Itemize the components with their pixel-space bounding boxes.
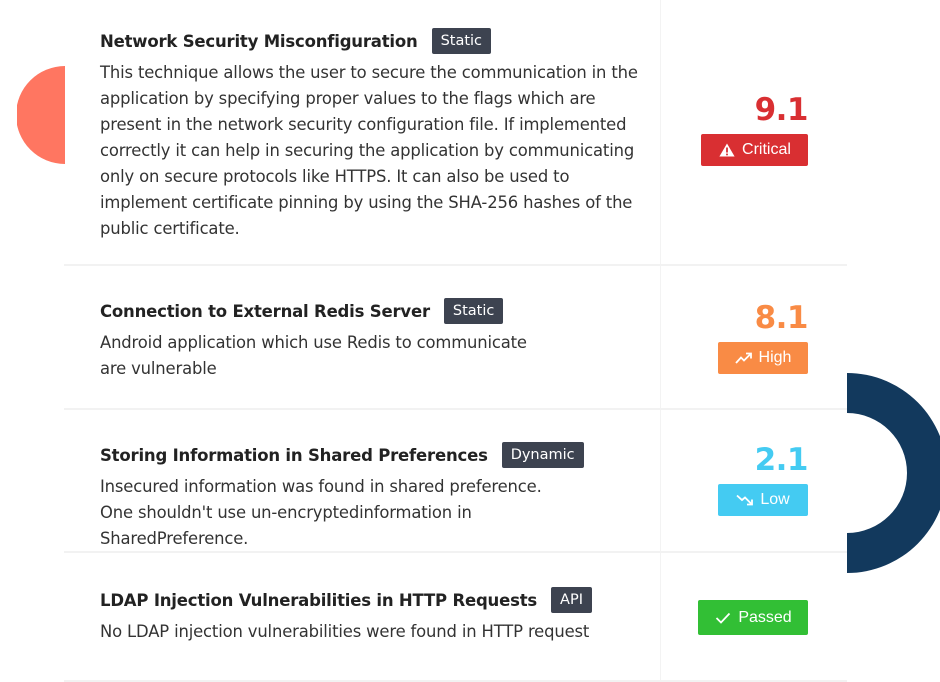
severity-badge-low: Low	[718, 484, 808, 516]
cvss-score: 8.1	[754, 300, 809, 336]
cvss-score: 9.1	[754, 92, 809, 128]
severity-label: High	[758, 349, 792, 366]
test-type-badge: Static	[431, 28, 492, 54]
severity-badge-high: High	[718, 342, 808, 374]
finding-info: Storing Information in Shared Preference…	[100, 442, 660, 552]
severity-label: Critical	[742, 141, 791, 158]
severity-label: Low	[760, 491, 790, 508]
finding-score-panel: Passed	[698, 600, 808, 635]
finding-row[interactable]: Connection to External Redis Server Stat…	[64, 266, 847, 410]
finding-description: This technique allows the user to secure…	[100, 63, 638, 238]
finding-title: LDAP Injection Vulnerabilities in HTTP R…	[100, 590, 538, 610]
trending-down-icon	[736, 493, 754, 507]
finding-info: Network Security Misconfiguration Static…	[100, 28, 660, 242]
status-label: Passed	[738, 608, 792, 626]
warning-triangle-icon	[718, 143, 736, 157]
decorative-arc	[847, 373, 940, 573]
finding-score-panel: 8.1 High	[702, 300, 809, 374]
severity-badge-critical: Critical	[701, 134, 808, 166]
finding-row[interactable]: Storing Information in Shared Preference…	[64, 410, 847, 553]
finding-row[interactable]: Network Security Misconfiguration Static…	[64, 0, 847, 266]
finding-title: Network Security Misconfiguration	[100, 31, 418, 51]
finding-row[interactable]: LDAP Injection Vulnerabilities in HTTP R…	[64, 553, 847, 682]
finding-info: Connection to External Redis Server Stat…	[100, 298, 660, 382]
finding-score-panel: 9.1 Critical	[701, 92, 809, 166]
test-type-badge: Static	[443, 298, 504, 324]
cvss-score: 2.1	[754, 442, 809, 478]
finding-title: Storing Information in Shared Preference…	[100, 445, 488, 465]
finding-description: Android application which use Redis to c…	[100, 333, 527, 378]
finding-info: LDAP Injection Vulnerabilities in HTTP R…	[100, 587, 660, 645]
trending-up-icon	[734, 351, 753, 365]
check-icon	[714, 611, 732, 625]
finding-description: No LDAP injection vulnerabilities were f…	[100, 622, 590, 641]
finding-title: Connection to External Redis Server	[100, 301, 430, 321]
decorative-half-circle	[17, 66, 65, 164]
status-badge-passed: Passed	[698, 600, 808, 635]
finding-description: Insecured information was found in share…	[100, 477, 542, 548]
test-type-badge: Dynamic	[501, 442, 584, 468]
vulnerability-findings-list: Network Security Misconfiguration Static…	[0, 0, 940, 682]
finding-score-panel: 2.1 Low	[702, 442, 809, 516]
test-type-badge: API	[551, 587, 592, 613]
